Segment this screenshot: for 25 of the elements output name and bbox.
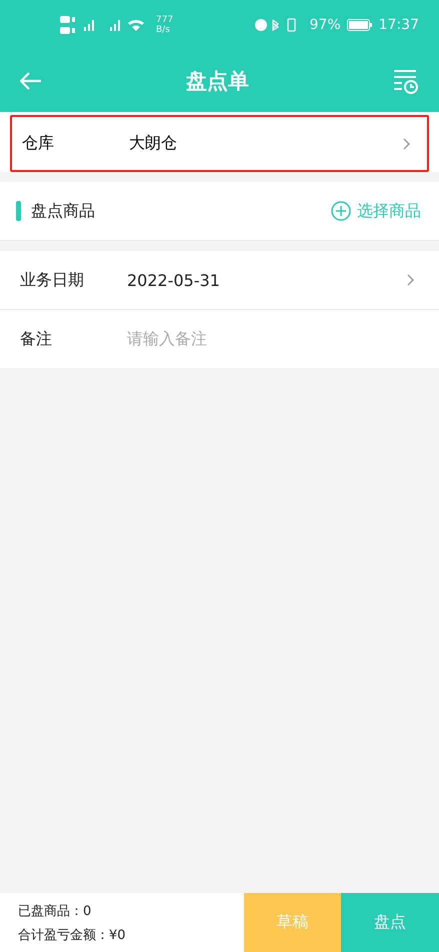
field-label: 业务日期 bbox=[20, 270, 85, 290]
page-title: 盘点单 bbox=[185, 68, 250, 95]
section-marker bbox=[16, 201, 21, 221]
total-amount: 合计盈亏金额：¥0 bbox=[18, 926, 127, 944]
section-title: 盘点商品 bbox=[31, 200, 96, 222]
network-speed: 777 bbox=[156, 15, 174, 25]
network-speed-unit: B/s bbox=[156, 25, 171, 35]
note-input-field[interactable]: 请输入备注 bbox=[127, 328, 415, 350]
battery-percent: 97% bbox=[310, 17, 341, 33]
battery-icon bbox=[346, 19, 373, 31]
clock: 17:37 bbox=[378, 17, 419, 33]
select-products-button[interactable]: 选择商品 bbox=[331, 200, 421, 222]
warehouse-label: 仓库 bbox=[22, 133, 55, 154]
chevron-icon bbox=[407, 274, 415, 286]
field-label: 备注 bbox=[20, 328, 53, 350]
counted-count: 已盘商品：0 bbox=[18, 902, 92, 920]
back-icon[interactable] bbox=[20, 72, 42, 90]
warehouse-row[interactable]: 仓库 大朗仓 bbox=[10, 115, 429, 172]
add-circle-icon bbox=[331, 201, 351, 221]
chevron-icon bbox=[403, 138, 411, 150]
warehouse-value: 大朗仓 bbox=[129, 133, 178, 154]
date-value[interactable]: 2022-05-31 bbox=[127, 270, 407, 290]
submit-button[interactable]: 盘点 bbox=[341, 893, 439, 952]
history-list-icon[interactable] bbox=[393, 68, 419, 94]
draft-button[interactable]: 草稿 bbox=[244, 893, 341, 952]
